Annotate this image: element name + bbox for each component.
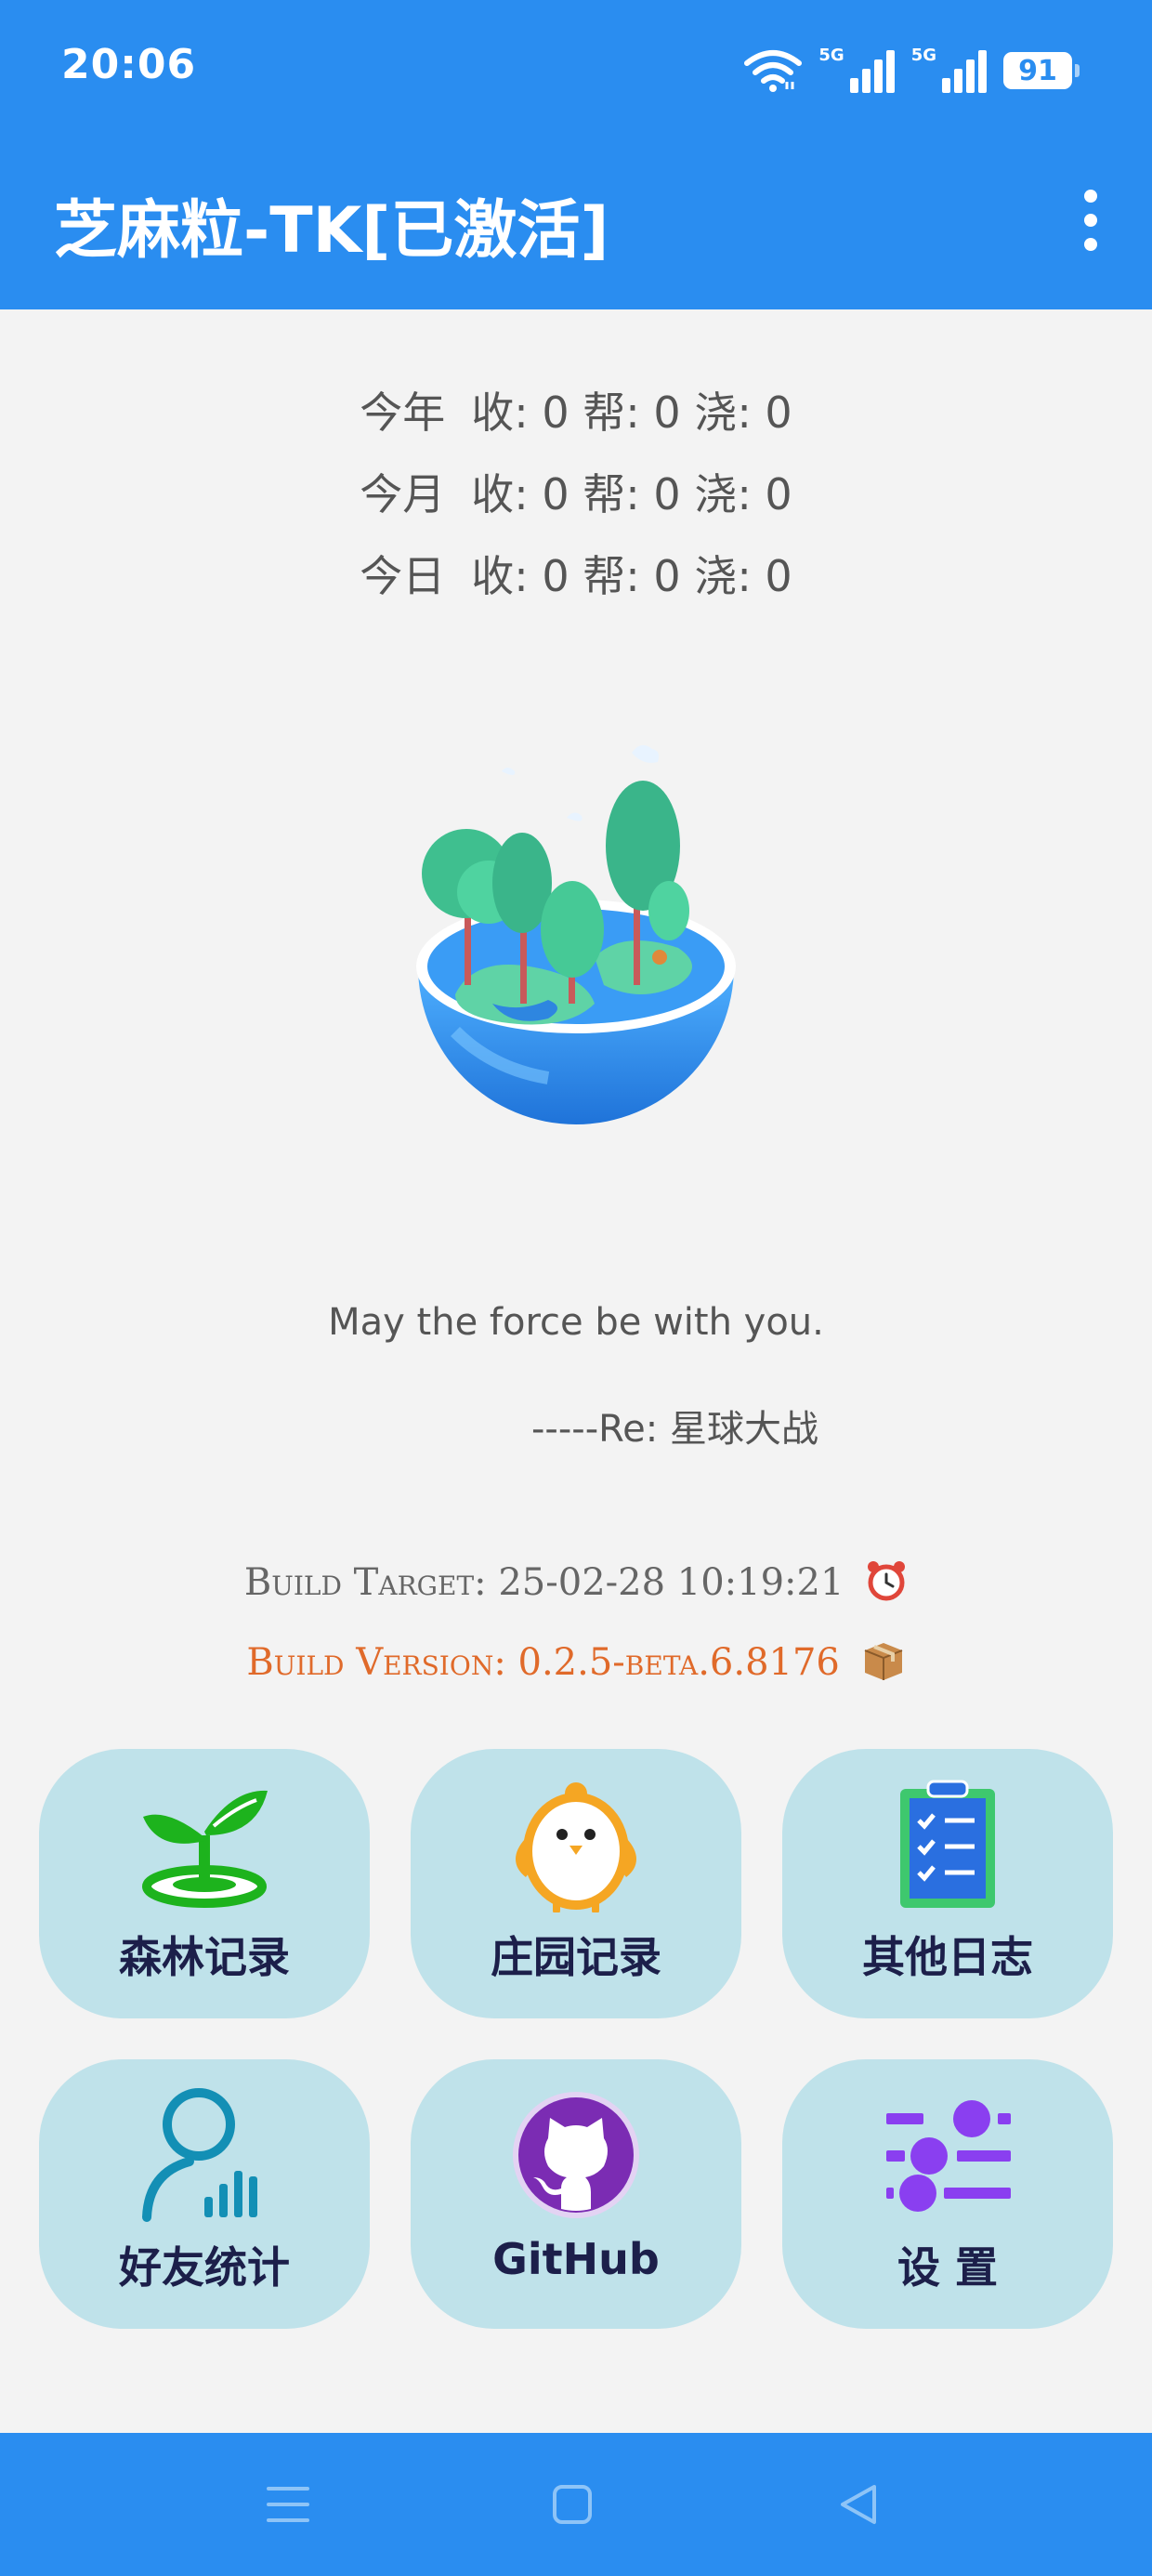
stat-month: 今月 收: 0 帮: 0 浇: 0 bbox=[0, 453, 1152, 535]
tile-label: 其他日志 bbox=[862, 1932, 1033, 1982]
package-icon bbox=[861, 1639, 906, 1691]
friend-stats-icon bbox=[139, 2087, 269, 2223]
app-title: 芝麻粒-TK[已激活] bbox=[54, 194, 609, 268]
more-dot-icon bbox=[1084, 238, 1097, 251]
alarm-clock-icon bbox=[865, 1559, 908, 1611]
sprout-icon bbox=[139, 1777, 269, 1912]
settings-sliders-icon bbox=[883, 2087, 1013, 2223]
stat-period: 今月 bbox=[360, 469, 446, 519]
tile-label: 森林记录 bbox=[119, 1932, 290, 1982]
more-dot-icon bbox=[1084, 214, 1097, 227]
chick-icon bbox=[516, 1777, 636, 1912]
build-target-text: Build Target: 25-02-28 10:19:21 bbox=[243, 1561, 844, 1604]
stats-panel: 今年 收: 0 帮: 0 浇: 0 今月 收: 0 帮: 0 浇: 0 今日 收: 0… bbox=[0, 372, 1152, 617]
status-icons: 5G 5G 91 bbox=[744, 41, 1080, 93]
menu-lines-icon bbox=[267, 2487, 309, 2522]
tile-label: 好友统计 bbox=[119, 2242, 290, 2293]
forest-log-button[interactable]: 森林记录 bbox=[39, 1749, 370, 2018]
status-bar: 20:06 5G 5G 91 bbox=[0, 0, 1152, 139]
tile-label: 设 置 bbox=[897, 2242, 998, 2293]
manor-log-button[interactable]: 庄园记录 bbox=[411, 1749, 741, 2018]
tile-label: GitHub bbox=[492, 2234, 660, 2284]
signal-2-icon: 5G bbox=[911, 46, 987, 93]
battery-level: 91 bbox=[1018, 54, 1057, 87]
network-type-2: 5G bbox=[910, 46, 936, 65]
more-dot-icon bbox=[1084, 190, 1097, 203]
stat-year: 今年 收: 0 帮: 0 浇: 0 bbox=[0, 372, 1152, 453]
other-log-button[interactable]: 其他日志 bbox=[782, 1749, 1113, 2018]
github-button[interactable]: GitHub bbox=[411, 2059, 741, 2329]
build-version-text: Build Version: 0.2.5-beta.6.8176 bbox=[246, 1641, 840, 1684]
wifi-icon bbox=[744, 48, 803, 93]
app-bar: 芝麻粒-TK[已激活] bbox=[0, 139, 1152, 309]
forest-globe-illustration bbox=[399, 734, 753, 1162]
back-button[interactable] bbox=[821, 2472, 896, 2537]
build-target: Build Target: 25-02-28 10:19:21 bbox=[0, 1559, 1152, 1611]
tile-label: 庄园记录 bbox=[491, 1932, 661, 1982]
stat-period: 今日 bbox=[360, 551, 446, 601]
stat-period: 今年 bbox=[360, 388, 446, 438]
menu-grid: 森林记录 庄园记录 其他日志 好友统计 GitHub 设 置 bbox=[39, 1749, 1113, 2329]
friend-stats-button[interactable]: 好友统计 bbox=[39, 2059, 370, 2329]
clipboard-icon bbox=[897, 1777, 999, 1912]
stat-values: 收: 0 帮: 0 浇: 0 bbox=[471, 388, 792, 438]
signal-1-icon: 5G bbox=[818, 46, 895, 93]
navigation-bar bbox=[0, 2433, 1152, 2576]
quote-text: May the force be with you. bbox=[328, 1301, 824, 1344]
home-button[interactable] bbox=[535, 2472, 609, 2537]
github-icon bbox=[511, 2087, 641, 2223]
settings-button[interactable]: 设 置 bbox=[782, 2059, 1113, 2329]
stat-values: 收: 0 帮: 0 浇: 0 bbox=[471, 551, 792, 601]
back-triangle-icon bbox=[841, 2485, 876, 2524]
quote-author: -----Re: 星球大战 bbox=[531, 1408, 818, 1451]
stat-day: 今日 收: 0 帮: 0 浇: 0 bbox=[0, 535, 1152, 617]
home-square-icon bbox=[553, 2485, 592, 2524]
build-version: Build Version: 0.2.5-beta.6.8176 bbox=[0, 1639, 1152, 1691]
screen: 20:06 5G 5G 91 芝麻粒-TK[已激活] 今年 收: 0 帮: 0 … bbox=[0, 0, 1152, 2576]
recent-apps-button[interactable] bbox=[251, 2472, 325, 2537]
battery-icon: 91 bbox=[1003, 52, 1080, 89]
more-options-button[interactable] bbox=[1067, 178, 1115, 262]
status-time: 20:06 bbox=[61, 41, 197, 88]
stat-values: 收: 0 帮: 0 浇: 0 bbox=[471, 469, 792, 519]
network-type-1: 5G bbox=[818, 46, 844, 65]
